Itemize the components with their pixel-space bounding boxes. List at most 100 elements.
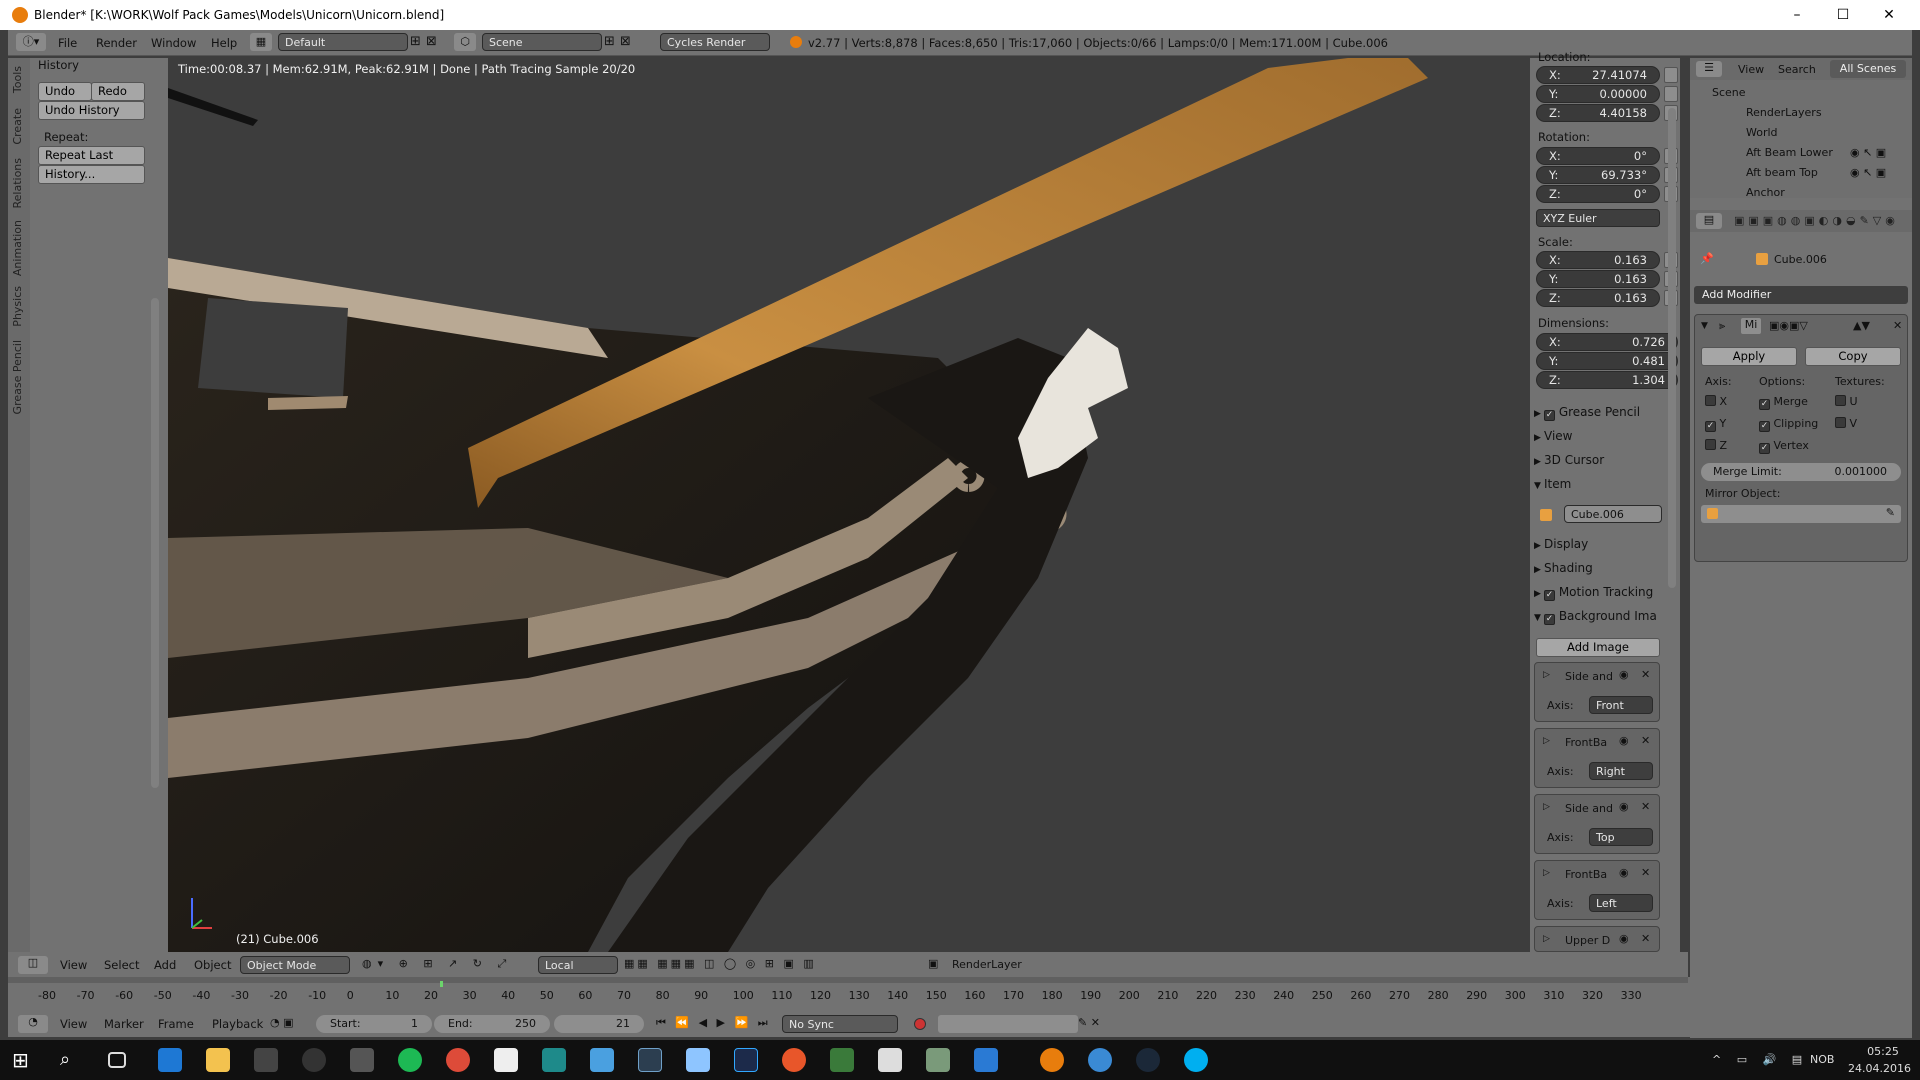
add-image-button[interactable]: Add Image — [1536, 638, 1660, 657]
location-y-field[interactable]: Y: 0.00000 — [1536, 85, 1660, 103]
chrome-icon[interactable] — [446, 1048, 470, 1072]
axis-select[interactable]: Front — [1589, 696, 1653, 714]
menu-render[interactable]: Render — [96, 36, 137, 50]
outliner-item-anchor[interactable]: Anchor — [1746, 186, 1785, 199]
remove-modifier-icon[interactable]: ✕ — [1893, 319, 1902, 332]
expand-triangle-icon[interactable]: ▷ — [1543, 868, 1550, 878]
current-frame-marker[interactable] — [440, 981, 443, 987]
texture-v-checkbox[interactable]: V — [1835, 417, 1857, 430]
menu-view[interactable]: View — [60, 1017, 87, 1031]
visibility-eye-icon[interactable]: ◉ ↖ ▣ — [1850, 166, 1886, 179]
item-section[interactable]: ▼ Item — [1534, 474, 1676, 494]
axis-x-checkbox[interactable]: X — [1705, 395, 1727, 408]
keyframe-insert-icons[interactable]: ✎ ✕ — [1078, 1016, 1100, 1029]
app-icon[interactable] — [302, 1048, 326, 1072]
3d-viewport[interactable]: Time:00:08.37 | Mem:62.91M, Peak:62.91M … — [168, 58, 1530, 952]
expand-triangle-icon[interactable]: ▷ — [1543, 802, 1550, 812]
axis-y-checkbox[interactable]: ✓ Y — [1705, 417, 1726, 432]
axis-select[interactable]: Left — [1589, 894, 1653, 912]
location-x-field[interactable]: X: 27.41074 — [1536, 66, 1660, 84]
maximize-button[interactable]: ☐ — [1820, 0, 1866, 30]
axis-select[interactable]: Right — [1589, 762, 1653, 780]
properties-context-tabs-icon[interactable]: ▣▣▣◍◍▣◐◑◒✎▽◉ — [1734, 214, 1899, 227]
scale-z-field[interactable]: Z: 0.163 — [1536, 289, 1660, 307]
remove-scene-icon[interactable]: ⊠ — [620, 34, 631, 49]
eye-icon[interactable]: ◉ — [1619, 866, 1629, 879]
add-screen-icon[interactable]: ⊞ — [410, 34, 421, 49]
tab-physics[interactable]: Physics — [11, 286, 24, 327]
eye-icon[interactable]: ◉ — [1619, 734, 1629, 747]
eye-icon[interactable]: ◉ — [1619, 668, 1629, 681]
apply-button[interactable]: Apply — [1701, 347, 1797, 366]
motion-tracking-checkbox[interactable]: ✓ — [1544, 590, 1555, 601]
menu-add[interactable]: Add — [154, 958, 176, 972]
current-frame-field[interactable]: 21 — [554, 1015, 644, 1033]
app-icon[interactable] — [1088, 1048, 1112, 1072]
motion-tracking-section[interactable]: ▶ ✓ Motion Tracking — [1534, 582, 1676, 602]
collapse-triangle-icon[interactable]: ▼ — [1701, 321, 1708, 331]
vertex-checkbox[interactable]: ✓ Vertex — [1759, 439, 1809, 454]
shading-section[interactable]: ▶ Shading — [1534, 558, 1676, 578]
mode-select[interactable]: Object Mode — [240, 956, 350, 974]
outliner-item-aft-beam-lower[interactable]: Aft Beam Lower — [1746, 146, 1833, 159]
system-tray-icons[interactable]: ^ ▭ 🔊 ▤ — [1712, 1053, 1808, 1066]
add-modifier-select[interactable]: Add Modifier — [1694, 286, 1908, 304]
app-icon[interactable] — [830, 1048, 854, 1072]
expand-triangle-icon[interactable]: ▷ — [1543, 934, 1550, 944]
item-name-field[interactable]: Cube.006 — [1564, 505, 1662, 523]
menu-help[interactable]: Help — [211, 36, 237, 50]
dimension-z-field[interactable]: Z: 1.304 — [1536, 371, 1678, 389]
scale-x-field[interactable]: X: 0.163 — [1536, 251, 1660, 269]
rotation-z-field[interactable]: Z: 0° — [1536, 185, 1660, 203]
lightroom-icon[interactable] — [638, 1048, 662, 1072]
remove-icon[interactable]: ✕ — [1641, 866, 1650, 879]
playback-controls-icons[interactable]: ⏮ ⏪ ◀ ▶ ⏩ ⏭ — [656, 1016, 771, 1030]
record-icon[interactable] — [914, 1018, 926, 1030]
mirror-object-field[interactable]: ✎ — [1701, 505, 1901, 523]
start-frame-field[interactable]: Start: 1 — [316, 1015, 432, 1033]
merge-limit-field[interactable]: Merge Limit: 0.001000 — [1701, 463, 1901, 481]
scene-field[interactable]: Scene — [482, 33, 602, 51]
7zip-icon[interactable] — [494, 1048, 518, 1072]
task-view-icon[interactable] — [108, 1052, 126, 1068]
menu-view[interactable]: View — [60, 958, 87, 972]
clipping-checkbox[interactable]: ✓ Clipping — [1759, 417, 1818, 432]
menu-playback[interactable]: Playback — [212, 1017, 263, 1031]
rotation-y-field[interactable]: Y: 69.733° — [1536, 166, 1660, 184]
app-icon[interactable] — [974, 1048, 998, 1072]
tab-tools[interactable]: Tools — [11, 66, 24, 93]
modifier-visibility-icons[interactable]: ▣◉▣▽ — [1769, 319, 1808, 332]
outliner-item-aft-beam-top[interactable]: Aft beam Top — [1746, 166, 1818, 179]
menu-object[interactable]: Object — [194, 958, 231, 972]
background-images-checkbox[interactable]: ✓ — [1544, 614, 1555, 625]
store-icon[interactable] — [254, 1048, 278, 1072]
app-icon[interactable] — [926, 1048, 950, 1072]
search-icon[interactable]: ⌕ — [60, 1048, 84, 1072]
outliner-item-renderlayers[interactable]: RenderLayers — [1746, 106, 1822, 119]
outliner-item-scene[interactable]: Scene — [1712, 86, 1746, 99]
app-icon[interactable] — [590, 1048, 614, 1072]
tab-animation[interactable]: Animation — [11, 220, 24, 276]
menu-frame[interactable]: Frame — [158, 1017, 194, 1031]
expand-triangle-icon[interactable]: ▷ — [1543, 670, 1550, 680]
pin-icon[interactable]: 📌 — [1700, 252, 1714, 265]
editor-type-3d-icon[interactable]: ◫ — [18, 956, 48, 974]
layer-buttons-icon[interactable]: ▦▦ ▦▦▦ ◫ ◯ ◎ ⊞ ▣ ▥ — [624, 957, 817, 970]
timeline-scrollbar[interactable] — [8, 977, 1688, 983]
app-icon[interactable] — [782, 1048, 806, 1072]
eye-icon[interactable]: ◉ — [1619, 932, 1629, 945]
menu-select[interactable]: Select — [104, 958, 139, 972]
blender-taskbar-icon[interactable] — [1040, 1048, 1064, 1072]
transform-orientation-select[interactable]: Local — [538, 956, 618, 974]
expand-triangle-icon[interactable]: ▷ — [1543, 736, 1550, 746]
eyedropper-icon[interactable]: ✎ — [1886, 506, 1895, 519]
app-icon[interactable] — [878, 1048, 902, 1072]
location-z-field[interactable]: Z: 4.40158 — [1536, 104, 1660, 122]
remove-icon[interactable]: ✕ — [1641, 932, 1650, 945]
edge-icon[interactable] — [158, 1048, 182, 1072]
spotify-icon[interactable] — [398, 1048, 422, 1072]
close-button[interactable]: ✕ — [1866, 0, 1912, 30]
preview-range-icon[interactable]: ◔ ▣ — [270, 1016, 294, 1029]
menu-marker[interactable]: Marker — [104, 1017, 144, 1031]
remove-icon[interactable]: ✕ — [1641, 800, 1650, 813]
